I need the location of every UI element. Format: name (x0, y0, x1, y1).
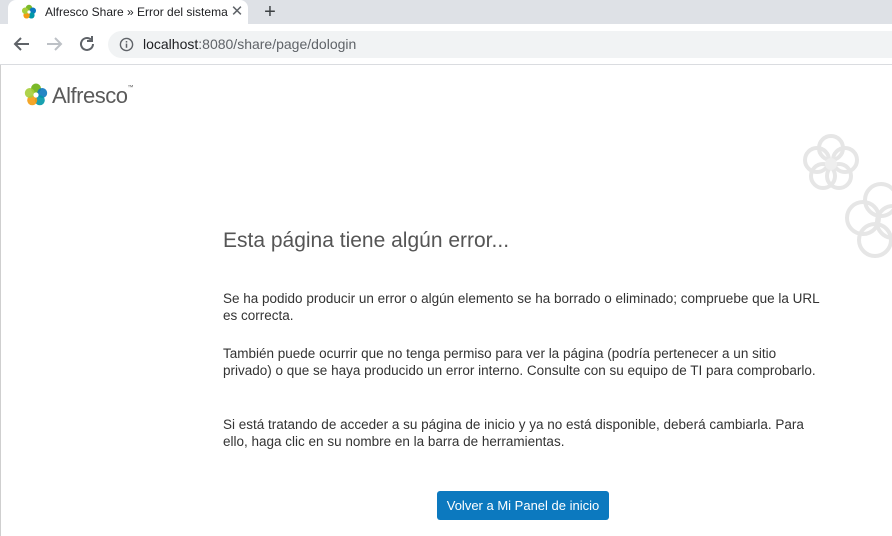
plus-icon[interactable]: + (258, 1, 282, 23)
forward-arrow-icon[interactable] (42, 32, 66, 56)
alfresco-favicon-icon (22, 4, 36, 19)
alfresco-logo[interactable]: Alfresco™ (23, 82, 163, 110)
alfresco-logo-icon (24, 83, 48, 106)
reload-icon[interactable] (75, 32, 99, 56)
back-arrow-icon[interactable] (10, 32, 34, 56)
close-icon[interactable]: ✕ (228, 3, 246, 21)
logo-text: Alfresco (52, 83, 128, 108)
tab-title: Alfresco Share » Error del sistema (45, 5, 228, 19)
logo-wordmark: Alfresco™ (52, 83, 133, 109)
url-text: localhost:8080/share/page/dologin (143, 36, 356, 52)
page-title: Esta página tiene algún error... (223, 229, 510, 252)
info-icon[interactable] (119, 37, 134, 52)
error-paragraph: Si está tratando de acceder a su página … (223, 417, 804, 449)
error-paragraph: También puede ocurrir que no tenga permi… (223, 346, 816, 378)
page-content: Alfresco™ Esta página tiene algún error.… (0, 65, 892, 536)
url-host: localhost (143, 36, 199, 52)
error-paragraph: Se ha podido producir un error o algún e… (223, 291, 820, 323)
address-bar[interactable]: localhost:8080/share/page/dologin (108, 31, 892, 58)
url-path: :8080/share/page/dologin (198, 36, 357, 52)
browser-tab[interactable]: Alfresco Share » Error del sistema ✕ (8, 0, 248, 24)
back-to-dashboard-button[interactable]: Volver a Mi Panel de inicio (437, 491, 609, 520)
tab-strip: Alfresco Share » Error del sistema ✕ + (0, 0, 892, 24)
logo-trademark: ™ (127, 85, 133, 91)
browser-toolbar: localhost:8080/share/page/dologin (0, 24, 892, 65)
decorative-flower-icon (803, 134, 892, 258)
